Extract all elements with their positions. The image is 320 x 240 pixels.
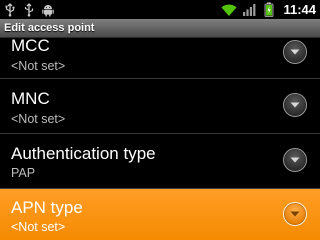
signal-icon [241, 2, 257, 18]
item-summary: PAP [11, 166, 36, 180]
battery-icon [261, 2, 277, 18]
item-title: MCC [11, 38, 50, 55]
clock: 11:44 [283, 2, 316, 17]
list-item-mcc[interactable]: MCC <Not set> [0, 38, 320, 78]
usb-debug-icon [21, 2, 37, 18]
chevron-down-icon[interactable] [283, 93, 307, 117]
item-summary: <Not set> [11, 112, 66, 126]
screen: 11:44 Edit access point MCC <Not set> MN… [0, 0, 320, 240]
status-bar: 11:44 [0, 0, 320, 19]
item-title: APN type [11, 198, 83, 217]
list-item-mnc[interactable]: MNC <Not set> [0, 79, 320, 133]
list-item-authentication-type[interactable]: Authentication type PAP [0, 134, 320, 188]
usb-icon [2, 2, 18, 18]
page-title: Edit access point [0, 19, 320, 38]
preference-list[interactable]: MCC <Not set> MNC <Not set> Authenticati… [0, 38, 320, 240]
item-title: MNC [11, 89, 50, 108]
chevron-down-icon[interactable] [283, 148, 307, 172]
chevron-down-icon[interactable] [283, 40, 307, 64]
list-item-apn-type[interactable]: APN type <Not set> [0, 189, 320, 240]
item-title: Authentication type [11, 144, 156, 163]
android-icon [40, 2, 56, 18]
item-summary: <Not set> [11, 220, 66, 234]
item-summary: <Not set> [11, 59, 66, 73]
chevron-down-icon[interactable] [283, 202, 307, 226]
wifi-icon [221, 2, 237, 18]
system-icons: 11:44 [217, 1, 316, 18]
notification-icons [2, 1, 59, 18]
